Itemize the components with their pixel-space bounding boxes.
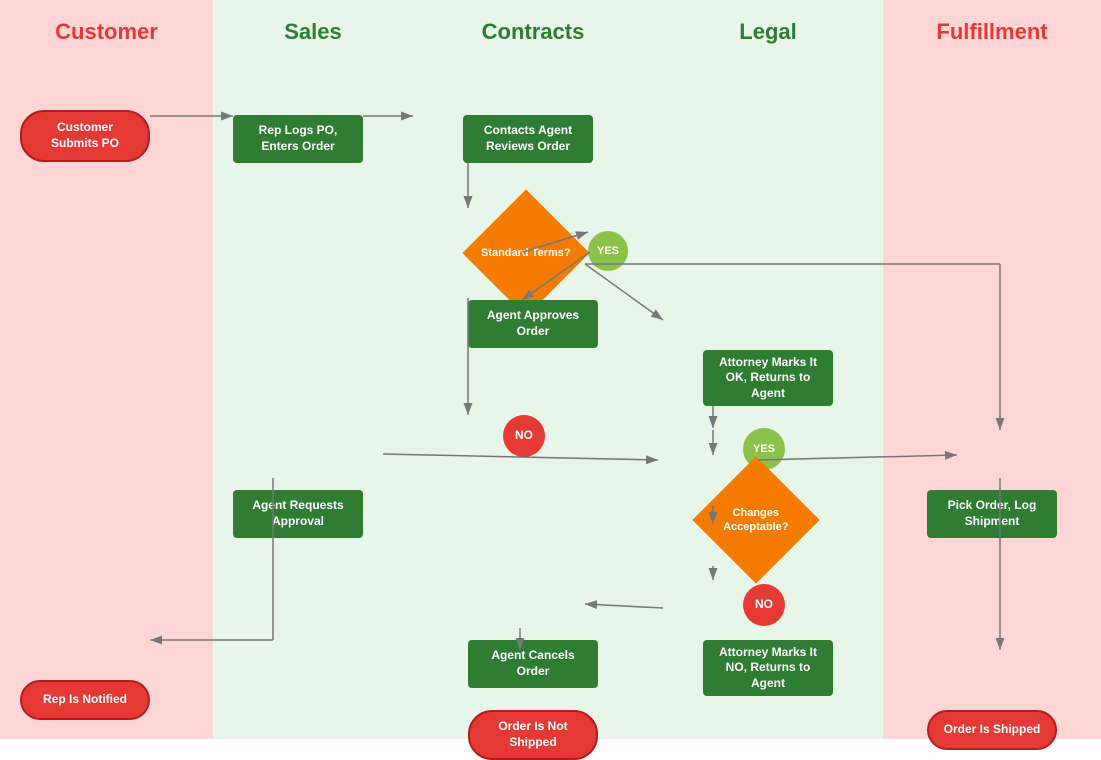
standard-terms-diamond: Standard Terms? <box>462 189 589 316</box>
contracts-body: Contacts Agent Reviews Order Standard Te… <box>413 60 653 739</box>
customer-body: Customer Submits PO Rep Is Notified <box>0 60 213 739</box>
legal-header: Legal <box>653 0 883 60</box>
fulfillment-body: Pick Order, Log Shipment Order Is Shippe… <box>883 60 1101 739</box>
lane-customer: Customer Customer Submits PO Rep Is Noti… <box>0 0 213 739</box>
lane-fulfillment: Fulfillment Pick Order, Log Shipment Ord… <box>883 0 1101 739</box>
order-not-shipped: Order Is Not Shipped <box>468 710 598 760</box>
sales-body: Rep Logs PO, Enters Order Agent Requests… <box>213 60 413 739</box>
sales-header: Sales <box>213 0 413 60</box>
contracts-header: Contracts <box>413 0 653 60</box>
fulfillment-header: Fulfillment <box>883 0 1101 60</box>
attorney-no: Attorney Marks It NO, Returns to Agent <box>703 640 833 696</box>
changes-acceptable-diamond: Changes Acceptable? <box>692 456 819 583</box>
diagram-container: Customer Customer Submits PO Rep Is Noti… <box>0 0 1101 739</box>
pick-order: Pick Order, Log Shipment <box>927 490 1057 538</box>
attorney-ok: Attorney Marks It OK, Returns to Agent <box>703 350 833 406</box>
order-shipped: Order Is Shipped <box>927 710 1057 750</box>
lane-sales: Sales Rep Logs PO, Enters Order Agent Re… <box>213 0 413 739</box>
contacts-agent: Contacts Agent Reviews Order <box>463 115 593 163</box>
customer-submits-po: Customer Submits PO <box>20 110 150 162</box>
no1-circle: NO <box>503 415 545 457</box>
legal-body: Attorney Marks It OK, Returns to Agent Y… <box>653 60 883 739</box>
lane-legal: Legal Attorney Marks It OK, Returns to A… <box>653 0 883 739</box>
customer-header: Customer <box>0 0 213 60</box>
agent-approves: Agent Approves Order <box>468 300 598 348</box>
agent-cancels: Agent Cancels Order <box>468 640 598 688</box>
lane-contracts: Contracts Contacts Agent Reviews Order S… <box>413 0 653 739</box>
yes1-circle: YES <box>588 231 628 271</box>
rep-is-notified: Rep Is Notified <box>20 680 150 720</box>
rep-logs-po: Rep Logs PO, Enters Order <box>233 115 363 163</box>
no2-circle: NO <box>743 584 785 626</box>
agent-requests-approval: Agent Requests Approval <box>233 490 363 538</box>
